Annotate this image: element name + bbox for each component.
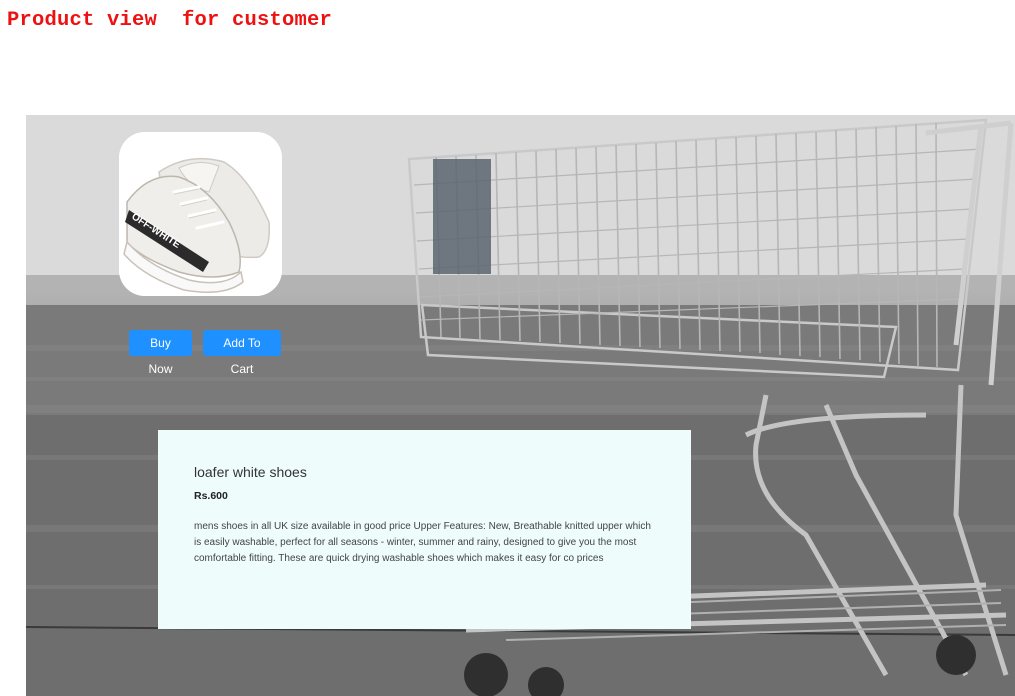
sneaker-icon: OFF-WHITE — [119, 132, 282, 296]
product-price: Rs.600 — [194, 490, 228, 502]
page-title: Product view for customer — [7, 9, 333, 32]
hero-banner: OFF-WHITE Buy Now Add To Cart loafer whi… — [26, 115, 1015, 696]
product-name: loafer white shoes — [194, 464, 307, 480]
add-to-cart-button[interactable]: Add To Cart — [203, 330, 281, 376]
product-details-card: loafer white shoes Rs.600 mens shoes in … — [158, 430, 691, 629]
product-description: mens shoes in all UK size available in g… — [194, 521, 651, 564]
product-image: OFF-WHITE — [119, 132, 282, 296]
buy-now-button[interactable]: Buy Now — [129, 330, 192, 376]
